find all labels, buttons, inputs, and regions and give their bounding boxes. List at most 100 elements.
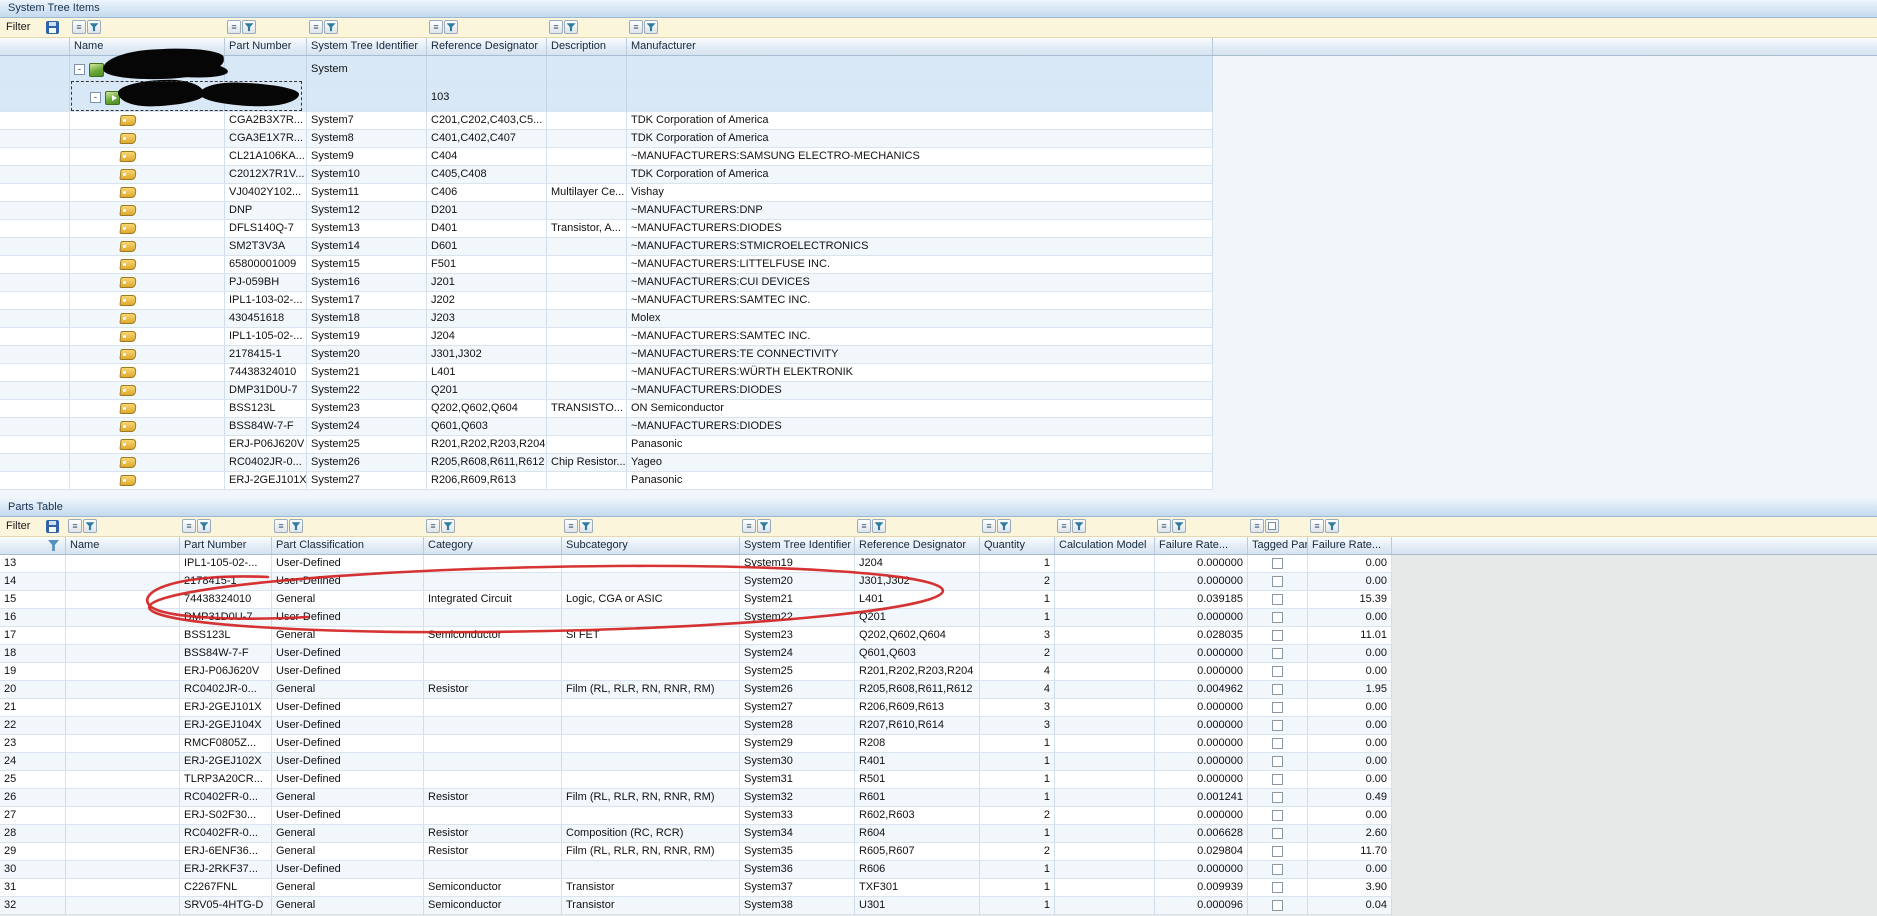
tagged-checkbox[interactable]	[1272, 756, 1283, 767]
column-menu-button[interactable]: ≡	[1310, 519, 1324, 533]
column-filter-button[interactable]	[242, 20, 256, 34]
parts-row[interactable]: 14 2178415-1 User-Defined System20 J301,J302…	[0, 573, 1392, 591]
tree-part-row[interactable]: 65800001009 System15 F501 ~MANUFACTURERS:LI…	[0, 256, 1213, 274]
tagged-checkbox[interactable]	[1272, 810, 1283, 821]
column-filter-button[interactable]	[324, 20, 338, 34]
tree-part-row[interactable]: BSS84W-7-F System24 Q601,Q603 ~MANUFACTURER…	[0, 418, 1213, 436]
column-menu-button[interactable]: ≡	[857, 519, 871, 533]
column-menu-button[interactable]: ≡	[429, 20, 443, 34]
tree-part-row[interactable]: VJ0402Y102... System11 C406 Multilayer Ce..…	[0, 184, 1213, 202]
parts-row[interactable]: 13 IPL1-105-02-... User-Defined System19 J20…	[0, 555, 1392, 573]
tree-column-header-name[interactable]: Name	[70, 38, 225, 55]
tree-part-row[interactable]: PJ-059BH System16 J201 ~MANUFACTURERS:CUI D…	[0, 274, 1213, 292]
parts-column-header-classification[interactable]: Part Classification	[272, 537, 424, 554]
parts-column-header-category[interactable]: Category	[424, 537, 562, 554]
parts-column-header-fr1[interactable]: Failure Rate...	[1155, 537, 1248, 554]
column-menu-button[interactable]: ≡	[182, 519, 196, 533]
tree-root-row[interactable]: - System	[0, 56, 1213, 84]
tagged-checkbox[interactable]	[1272, 828, 1283, 839]
column-menu-button[interactable]: ≡	[68, 519, 82, 533]
column-filter-button[interactable]	[444, 20, 458, 34]
tree-part-row[interactable]: DNP System12 D201 ~MANUFACTURERS:DNP	[0, 202, 1213, 220]
column-filter-button[interactable]	[87, 20, 101, 34]
tagged-checkbox[interactable]	[1272, 846, 1283, 857]
parts-row[interactable]: 24 ERJ-2GEJ102X User-Defined System30 R401 1 0…	[0, 753, 1392, 771]
save-filter-icon[interactable]	[46, 21, 59, 34]
parts-row[interactable]: 30 ERJ-2RKF37... User-Defined System36 R606 1…	[0, 861, 1392, 879]
tagged-checkbox[interactable]	[1272, 630, 1283, 641]
parts-row[interactable]: 18 BSS84W-7-F User-Defined System24 Q601,Q60…	[0, 645, 1392, 663]
column-filter-button[interactable]	[1072, 519, 1086, 533]
tree-part-row[interactable]: RC0402JR-0... System26 R205,R608,R611,R612…	[0, 454, 1213, 472]
parts-row[interactable]: 28 RC0402FR-0... General Resistor Compositio…	[0, 825, 1392, 843]
tree-part-row[interactable]: DMP31D0U-7 System22 Q201 ~MANUFACTURERS:DIO…	[0, 382, 1213, 400]
column-filter-button[interactable]	[757, 519, 771, 533]
tagged-checkbox[interactable]	[1272, 720, 1283, 731]
tree-column-header-sti[interactable]: System Tree Identifier	[307, 38, 427, 55]
tagged-checkbox[interactable]	[1272, 684, 1283, 695]
tree-collapse-button[interactable]: -	[74, 64, 85, 75]
parts-column-header-fr2[interactable]: Failure Rate...	[1308, 537, 1392, 554]
tree-part-row[interactable]: C2012X7R1V... System10 C405,C408 TDK Corpor…	[0, 166, 1213, 184]
parts-row[interactable]: 17 BSS123L General Semiconductor Si FET Syste…	[0, 627, 1392, 645]
tree-column-header-part_number[interactable]: Part Number	[225, 38, 307, 55]
tree-part-row[interactable]: ERJ-P06J620V System25 R201,R202,R203,R204 P…	[0, 436, 1213, 454]
column-menu-button[interactable]: ≡	[982, 519, 996, 533]
column-menu-button[interactable]: ≡	[72, 20, 86, 34]
parts-row[interactable]: 32 SRV05-4HTG-D General Semiconductor Transi…	[0, 897, 1392, 915]
tree-part-row[interactable]: DFLS140Q-7 System13 D401 Transistor, A... ~M…	[0, 220, 1213, 238]
column-menu-button[interactable]: ≡	[227, 20, 241, 34]
column-filter-button[interactable]	[997, 519, 1011, 533]
tree-collapse-button[interactable]: -	[90, 92, 101, 103]
column-filter-button[interactable]	[1325, 519, 1339, 533]
tree-column-header-manufacturer[interactable]: Manufacturer	[627, 38, 1213, 55]
tagged-checkbox[interactable]	[1272, 900, 1283, 911]
parts-column-header-calc_model[interactable]: Calculation Model	[1055, 537, 1155, 554]
column-menu-button[interactable]: ≡	[564, 519, 578, 533]
column-filter-button[interactable]	[564, 20, 578, 34]
column-filter-button[interactable]	[644, 20, 658, 34]
column-filter-button[interactable]	[289, 519, 303, 533]
parts-row[interactable]: 29 ERJ-6ENF36... General Resistor Film (RL, …	[0, 843, 1392, 861]
tagged-checkbox[interactable]	[1272, 666, 1283, 677]
parts-row[interactable]: 20 RC0402JR-0... General Resistor Film (RL, …	[0, 681, 1392, 699]
tagged-checkbox[interactable]	[1272, 594, 1283, 605]
parts-column-header-subcategory[interactable]: Subcategory	[562, 537, 740, 554]
column-menu-button[interactable]: ≡	[742, 519, 756, 533]
tree-part-row[interactable]: CGA3E1X7R... System8 C401,C402,C407 TDK Cor…	[0, 130, 1213, 148]
parts-row[interactable]: 16 DMP31D0U-7 User-Defined System22 Q201 1 0.0…	[0, 609, 1392, 627]
parts-row[interactable]: 31 C2267FNL General Semiconductor Transistor…	[0, 879, 1392, 897]
tree-part-row[interactable]: CGA2B3X7R... System7 C201,C202,C403,C5... T…	[0, 112, 1213, 130]
tree-part-row[interactable]: 2178415-1 System20 J301,J302 ~MANUFACTURERS…	[0, 346, 1213, 364]
column-menu-button[interactable]: ≡	[629, 20, 643, 34]
parts-column-header-sti[interactable]: System Tree Identifier	[740, 537, 855, 554]
tagged-checkbox[interactable]	[1272, 864, 1283, 875]
tree-part-row[interactable]: 430451618 System18 J203 Molex	[0, 310, 1213, 328]
column-checkbox-filter-button[interactable]	[1265, 519, 1279, 533]
tagged-checkbox[interactable]	[1272, 882, 1283, 893]
tree-part-row[interactable]: ERJ-2GEJ101X System27 R206,R609,R613 Panaso…	[0, 472, 1213, 490]
parts-column-header-ref_des[interactable]: Reference Designator	[855, 537, 980, 554]
parts-row[interactable]: 21 ERJ-2GEJ101X User-Defined System27 R206,R…	[0, 699, 1392, 717]
save-filter-icon[interactable]	[46, 520, 59, 533]
tagged-checkbox[interactable]	[1272, 702, 1283, 713]
tree-part-row[interactable]: BSS123L System23 Q202,Q602,Q604 TRANSISTO..…	[0, 400, 1213, 418]
tree-column-header-description[interactable]: Description	[547, 38, 627, 55]
parts-column-header-name[interactable]: Name	[66, 537, 180, 554]
column-filter-button[interactable]	[441, 519, 455, 533]
parts-column-header-num[interactable]	[0, 537, 66, 554]
parts-column-header-tagged[interactable]: Tagged Part?	[1248, 537, 1308, 554]
tree-part-row[interactable]: SM2T3V3A System14 D601 ~MANUFACTURERS:STMIC…	[0, 238, 1213, 256]
column-menu-button[interactable]: ≡	[426, 519, 440, 533]
column-menu-button[interactable]: ≡	[309, 20, 323, 34]
parts-column-header-qty[interactable]: Quantity	[980, 537, 1055, 554]
tree-child-row[interactable]: - 103	[0, 84, 1213, 112]
column-filter-button[interactable]	[83, 519, 97, 533]
parts-row[interactable]: 25 TLRP3A20CR... User-Defined System31 R501 1…	[0, 771, 1392, 789]
tagged-checkbox[interactable]	[1272, 792, 1283, 803]
column-menu-button[interactable]: ≡	[274, 519, 288, 533]
column-menu-button[interactable]: ≡	[1250, 519, 1264, 533]
parts-row[interactable]: 27 ERJ-S02F30... User-Defined System33 R602,…	[0, 807, 1392, 825]
column-menu-button[interactable]: ≡	[1157, 519, 1171, 533]
tree-part-row[interactable]: 74438324010 System21 L401 ~MANUFACTURERS:WÜ…	[0, 364, 1213, 382]
